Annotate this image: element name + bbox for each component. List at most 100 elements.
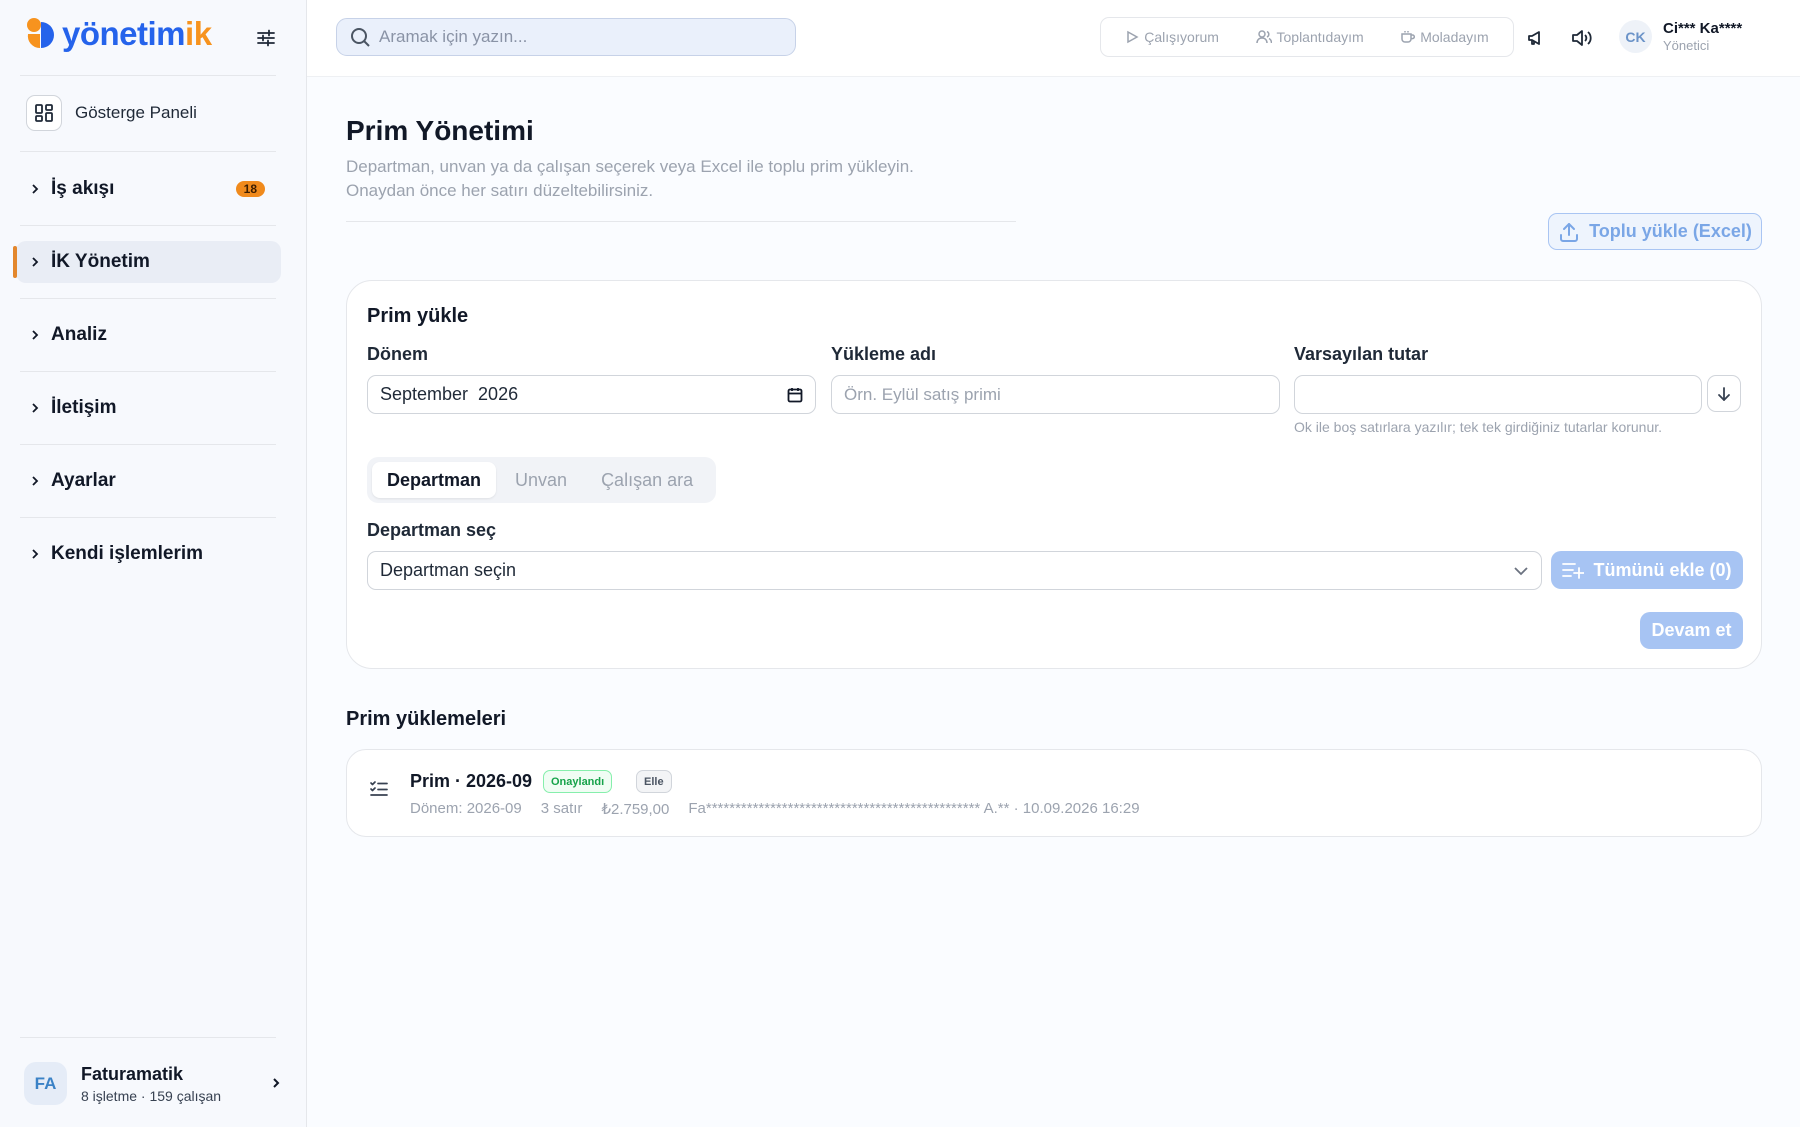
user-role: Yönetici <box>1663 38 1710 53</box>
megaphone-icon <box>1528 31 1540 45</box>
chevron-right-icon <box>32 549 39 559</box>
sidebar-item-label: İş akışı <box>51 178 115 199</box>
divider <box>20 75 276 76</box>
status-meeting-button[interactable]: Toplantıdayım <box>1255 29 1364 45</box>
logo-text-main: yönetim <box>62 15 186 52</box>
divider <box>20 444 276 445</box>
tab-employee-search[interactable]: Çalışan ara <box>586 462 708 498</box>
upload-author-date: Fa**************************************… <box>688 800 1140 817</box>
upload-name-input[interactable]: Örn. Eylül satış primi <box>831 375 1280 414</box>
brand-logo[interactable]: yönetimik <box>24 16 212 52</box>
sidebar-item-hr-management[interactable]: İK Yönetim <box>13 241 281 283</box>
chevron-right-icon <box>32 476 39 486</box>
list-item[interactable]: Prim · 2026-09 Onaylandı Elle Dönem: 202… <box>346 749 1762 837</box>
logo-text-accent: ik <box>185 15 212 52</box>
chevron-right-icon <box>273 1078 280 1088</box>
search-input[interactable] <box>379 27 779 47</box>
chevron-down-icon <box>1514 566 1528 575</box>
sidebar-item-communication[interactable]: İletişim <box>16 387 281 429</box>
users-icon <box>1255 30 1272 44</box>
status-selector: Çalışıyorum Toplantıdayım Moladayım <box>1100 17 1514 57</box>
org-avatar: FA <box>24 1062 67 1105</box>
count-badge: 18 <box>235 181 265 197</box>
sidebar-item-label: Analiz <box>51 324 107 345</box>
user-name: Ci*** Ka**** <box>1663 20 1743 37</box>
coffee-icon <box>1401 31 1416 43</box>
sidebar-item-settings[interactable]: Ayarlar <box>16 460 281 502</box>
department-select[interactable]: Departman seçin <box>367 551 1542 590</box>
sidebar-toggle-button[interactable] <box>252 24 280 52</box>
main-content: Prim Yönetimi Departman, unvan ya da çal… <box>307 77 1800 1127</box>
org-name: Faturamatik <box>81 1063 184 1084</box>
org-summary: 8 işletme · 159 çalışan <box>81 1087 222 1104</box>
avatar: CK <box>1619 20 1652 53</box>
logo-text: yönetimik <box>62 16 212 52</box>
upload-amount: ₺2.759,00 <box>601 801 670 818</box>
department-select-value: Departman seçin <box>380 560 517 580</box>
chevron-right-icon <box>32 184 39 194</box>
status-break-button[interactable]: Moladayım <box>1400 29 1489 45</box>
department-select-label: Departman seç <box>367 520 497 540</box>
upload-name-placeholder: Örn. Eylül satış primi <box>844 384 1001 404</box>
sidebar-item-analytics[interactable]: Analiz <box>16 314 281 356</box>
logo-mark-icon <box>24 16 58 52</box>
divider <box>20 225 276 226</box>
default-amount-input[interactable] <box>1294 375 1702 414</box>
list-checks-icon <box>370 781 388 796</box>
period-value: September 2026 <box>380 384 519 404</box>
search-box[interactable] <box>336 18 796 56</box>
default-amount-label: Varsayılan tutar <box>1294 344 1429 364</box>
search-icon <box>351 28 370 47</box>
bulk-upload-label: Toplu yükle (Excel) <box>1589 221 1752 241</box>
sidebar-item-dashboard[interactable]: Gösterge Paneli <box>26 95 197 131</box>
sidebar-item-my-actions[interactable]: Kendi işlemlerim <box>16 533 281 575</box>
continue-button[interactable]: Devam et <box>1640 612 1743 649</box>
status-working-button[interactable]: Çalışıyorum <box>1125 29 1219 45</box>
organization-switcher[interactable]: FA Faturamatik 8 işletme · 159 çalışan <box>24 1062 282 1105</box>
upload-row-count: 3 satır <box>540 800 583 817</box>
list-plus-icon <box>1562 563 1585 579</box>
upload-name-label: Yükleme adı <box>831 344 937 364</box>
tab-title[interactable]: Unvan <box>500 462 582 498</box>
sidebar-item-label: Kendi işlemlerim <box>51 543 204 564</box>
apply-default-amount-button[interactable] <box>1707 375 1741 412</box>
default-amount-hint: Ok ile boş satırlara yazılır; tek tek gi… <box>1294 419 1663 435</box>
status-label: Moladayım <box>1420 29 1489 45</box>
user-menu[interactable]: CK Ci*** Ka**** Yönetici <box>1619 20 1742 53</box>
calendar-icon <box>787 387 803 402</box>
page-title: Prim Yönetimi <box>346 115 534 146</box>
dashboard-icon <box>26 95 62 131</box>
period-date-input[interactable]: September 2026 <box>367 375 816 414</box>
upload-icon <box>1560 222 1579 242</box>
sidebar-item-label: Gösterge Paneli <box>75 103 197 122</box>
sidebar-item-label: Ayarlar <box>51 470 116 491</box>
sidebar: yönetimik Gösterge Paneli İş akışı 18 İK… <box>0 0 307 1127</box>
upload-period: Dönem: 2026-09 <box>410 800 522 817</box>
play-icon <box>1127 30 1139 44</box>
selection-tabs: Departman Unvan Çalışan ara <box>367 457 716 503</box>
bulk-upload-excel-button[interactable]: Toplu yükle (Excel) <box>1548 213 1762 250</box>
status-label: Çalışıyorum <box>1144 29 1219 45</box>
divider <box>20 151 276 152</box>
sidebar-item-workflow[interactable]: İş akışı 18 <box>16 168 281 210</box>
sliders-icon <box>257 29 275 47</box>
add-all-button[interactable]: Tümünü ekle (0) <box>1551 551 1743 589</box>
tab-department[interactable]: Departman <box>372 462 497 498</box>
chevron-right-icon <box>32 403 39 413</box>
page-description: Departman, unvan ya da çalışan seçerek v… <box>346 157 914 200</box>
type-badge: Elle <box>636 770 672 793</box>
add-all-label: Tümünü ekle (0) <box>1593 559 1732 580</box>
divider <box>20 1037 276 1038</box>
announcements-button[interactable] <box>1523 25 1549 51</box>
upload-title: Prim · 2026-09 <box>410 771 533 791</box>
sidebar-item-label: İletişim <box>51 397 117 418</box>
form-title: Prim yükle <box>367 305 469 327</box>
status-badge: Onaylandı <box>543 770 613 793</box>
sound-toggle-button[interactable] <box>1569 25 1595 51</box>
chevron-right-icon <box>32 330 39 340</box>
uploads-section-title: Prim yüklemeleri <box>346 708 507 730</box>
divider <box>20 298 276 299</box>
divider <box>20 517 276 518</box>
arrow-down-icon <box>1718 386 1730 401</box>
bonus-upload-form: Prim yükle Dönem September 2026 Yükleme … <box>346 280 1762 669</box>
